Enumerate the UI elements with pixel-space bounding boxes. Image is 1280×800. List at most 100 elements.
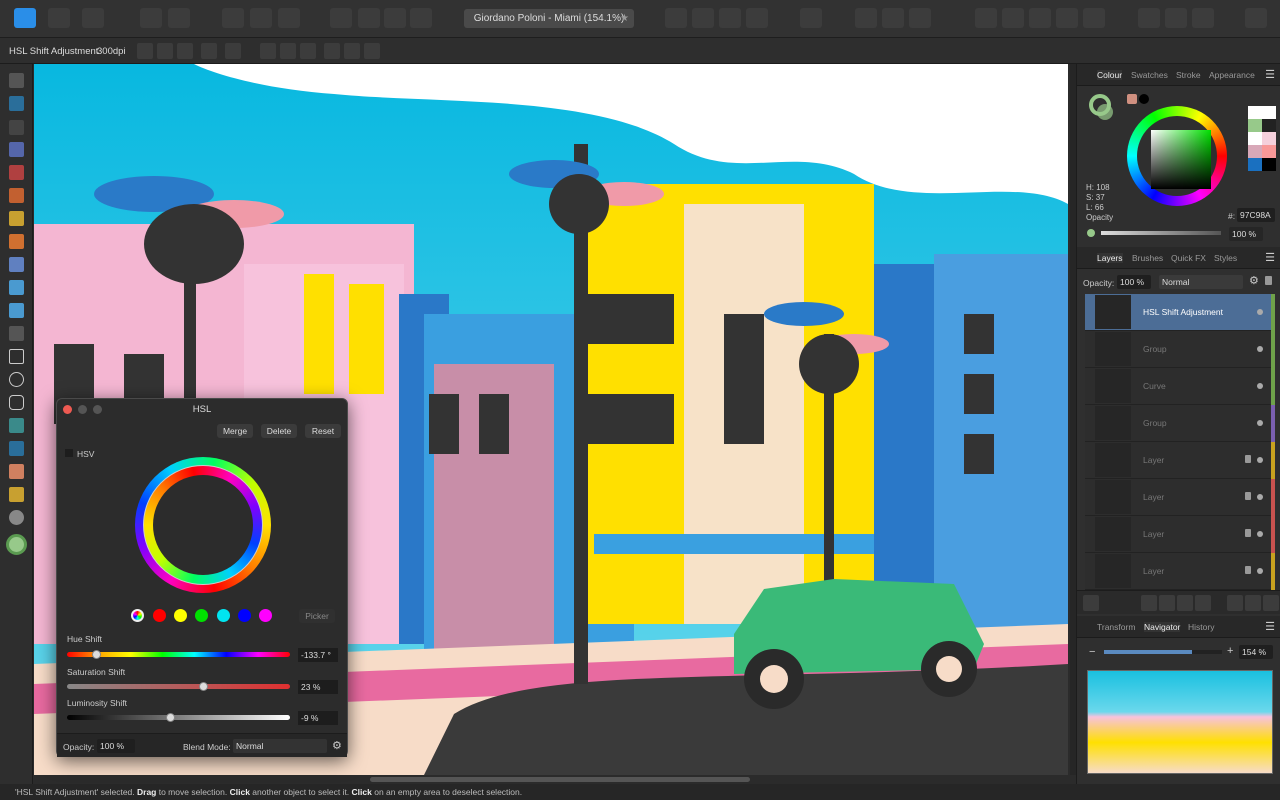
- place-image-icon[interactable]: [9, 303, 24, 318]
- tab-transform[interactable]: Transform: [1097, 622, 1135, 632]
- arrange-front-icon[interactable]: [410, 8, 432, 28]
- tab-styles[interactable]: Styles: [1214, 253, 1237, 263]
- blend-mode-select[interactable]: Normal: [233, 739, 327, 753]
- rounded-rect-tool-icon[interactable]: [9, 395, 24, 410]
- rectangle-tool-icon[interactable]: [9, 349, 24, 364]
- black-swatch-icon[interactable]: [1139, 94, 1149, 104]
- boolean-xor-icon[interactable]: [1056, 8, 1078, 28]
- grid-select-icon[interactable]: [201, 43, 217, 59]
- shape-tool-icon[interactable]: [9, 418, 24, 433]
- red-swatch[interactable]: [153, 609, 166, 622]
- flip-horizontal-icon[interactable]: [665, 8, 687, 28]
- boolean-intersect-icon[interactable]: [1029, 8, 1051, 28]
- lock-icon[interactable]: [1245, 455, 1251, 463]
- zoom-in-button[interactable]: +: [1227, 645, 1233, 657]
- hue-shift-value[interactable]: -133.7 °: [298, 648, 338, 662]
- cyan-swatch[interactable]: [217, 609, 230, 622]
- align-center-icon[interactable]: [280, 43, 296, 59]
- star-icon[interactable]: ★: [620, 9, 629, 28]
- picker-button[interactable]: Picker: [299, 609, 335, 623]
- artboard-tool-icon[interactable]: [9, 96, 24, 111]
- visibility-dot-icon[interactable]: [1257, 531, 1263, 537]
- adjustment-icon[interactable]: [1159, 595, 1175, 611]
- rotate-left-icon[interactable]: [719, 8, 741, 28]
- panel-menu-icon[interactable]: ☰: [1265, 620, 1275, 633]
- align-icon[interactable]: [800, 8, 822, 28]
- user-icon[interactable]: [1245, 8, 1267, 28]
- lock-icon[interactable]: [1245, 492, 1251, 500]
- tab-stroke[interactable]: Stroke: [1176, 70, 1201, 80]
- layer-row[interactable]: HSL Shift Adjustment: [1085, 294, 1275, 331]
- align-top-icon[interactable]: [324, 43, 340, 59]
- text-tool-icon[interactable]: [9, 441, 24, 456]
- layer-blend-select[interactable]: Normal: [1159, 275, 1243, 289]
- zoom-out-button[interactable]: −: [1089, 646, 1095, 658]
- macro-icon[interactable]: [909, 8, 931, 28]
- align-bottom-icon[interactable]: [364, 43, 380, 59]
- arrange-back-icon[interactable]: [330, 8, 352, 28]
- corner-tool-icon[interactable]: [9, 165, 24, 180]
- layer-row[interactable]: Layer: [1085, 516, 1275, 553]
- layer-row[interactable]: Curve: [1085, 368, 1275, 405]
- app-logo-icon[interactable]: [14, 8, 36, 28]
- opacity-field[interactable]: 100 %: [97, 739, 135, 753]
- crop-icon[interactable]: [855, 8, 877, 28]
- share-icon[interactable]: [1192, 8, 1214, 28]
- visibility-dot-icon[interactable]: [1257, 420, 1263, 426]
- eyedropper-icon[interactable]: [1127, 94, 1137, 104]
- magenta-swatch[interactable]: [259, 609, 272, 622]
- opacity-field[interactable]: 100 %: [1229, 227, 1263, 241]
- align-left-icon[interactable]: [260, 43, 276, 59]
- tab-appearance[interactable]: Appearance: [1209, 70, 1255, 80]
- rotate-right-icon[interactable]: [746, 8, 768, 28]
- grid-icon[interactable]: [222, 8, 244, 28]
- saturation-shift-slider[interactable]: [67, 682, 290, 691]
- lock-icon[interactable]: [1245, 566, 1251, 574]
- visibility-dot-icon[interactable]: [1257, 383, 1263, 389]
- transform-icon[interactable]: [157, 43, 173, 59]
- tab-history[interactable]: History: [1188, 622, 1214, 632]
- flip-vertical-icon[interactable]: [692, 8, 714, 28]
- mask-icon[interactable]: [1141, 595, 1157, 611]
- arrange-icon[interactable]: [1083, 595, 1099, 611]
- settings-gear-icon[interactable]: [140, 8, 162, 28]
- layer-row[interactable]: Layer: [1085, 442, 1275, 479]
- boolean-add-icon[interactable]: [975, 8, 997, 28]
- pencil-tool-icon[interactable]: [9, 211, 24, 226]
- chat-icon[interactable]: [1165, 8, 1187, 28]
- luminosity-shift-value[interactable]: -9 %: [298, 711, 338, 725]
- gear-icon[interactable]: ⚙: [332, 739, 342, 752]
- saturation-slider-knob[interactable]: [199, 682, 209, 691]
- crosshair-icon[interactable]: [137, 43, 153, 59]
- luminosity-shift-slider[interactable]: [67, 713, 290, 722]
- zoom-field[interactable]: 154 %: [1239, 645, 1273, 659]
- lock-icon[interactable]: [1245, 529, 1251, 537]
- distribute-icon[interactable]: [177, 43, 193, 59]
- yellow-swatch[interactable]: [174, 609, 187, 622]
- assistant-icon[interactable]: [1138, 8, 1160, 28]
- boolean-divide-icon[interactable]: [1083, 8, 1105, 28]
- hsv-checkbox[interactable]: [65, 449, 73, 457]
- document-tab[interactable]: Giordano Poloni - Miami (154.1%) ★: [464, 9, 634, 28]
- opacity-slider[interactable]: [1101, 231, 1221, 235]
- stroke-colour-well[interactable]: [1097, 104, 1113, 120]
- visibility-dot-icon[interactable]: [1257, 568, 1263, 574]
- colour-well-icon[interactable]: [6, 534, 27, 555]
- visibility-dot-icon[interactable]: [1257, 346, 1263, 352]
- layer-opacity-field[interactable]: 100 %: [1117, 275, 1151, 289]
- pen-tool-icon[interactable]: [9, 188, 24, 203]
- align-middle-icon[interactable]: [344, 43, 360, 59]
- luminosity-slider-knob[interactable]: [165, 713, 175, 722]
- node-tool-icon[interactable]: [9, 120, 24, 135]
- panel-menu-icon[interactable]: ☰: [1265, 251, 1275, 264]
- ruler-tool-icon[interactable]: [9, 487, 24, 502]
- add-layer-icon[interactable]: [1227, 595, 1243, 611]
- panel-menu-icon[interactable]: ☰: [1265, 68, 1275, 81]
- group-icon[interactable]: [1245, 595, 1261, 611]
- tab-colour[interactable]: Colour: [1097, 70, 1123, 80]
- hex-field[interactable]: 97C98A: [1237, 208, 1275, 222]
- ellipse-tool-icon[interactable]: [9, 372, 24, 387]
- fx-icon[interactable]: [1177, 595, 1193, 611]
- hue-slider-knob[interactable]: [91, 650, 101, 659]
- layer-row[interactable]: Layer: [1085, 479, 1275, 516]
